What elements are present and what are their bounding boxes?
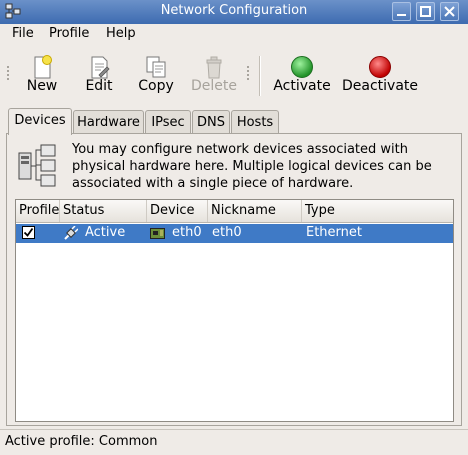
maximize-icon xyxy=(420,6,431,17)
tab-ipsec-label: IPsec xyxy=(151,115,185,130)
copy-label: Copy xyxy=(138,78,174,94)
edit-label: Edit xyxy=(85,78,113,94)
activate-button[interactable]: Activate xyxy=(270,54,334,98)
toolbar-grip[interactable] xyxy=(7,66,11,80)
network-card-icon xyxy=(150,228,165,239)
col-status[interactable]: Status xyxy=(60,200,147,222)
new-document-icon xyxy=(34,55,52,79)
network-devices-icon xyxy=(18,144,56,187)
table-row[interactable]: Active eth0 eth0 Ethernet xyxy=(16,224,453,243)
toolbar-grip-2[interactable] xyxy=(247,66,251,80)
menu-file[interactable]: File xyxy=(12,26,34,41)
deactivate-label: Deactivate xyxy=(341,78,418,94)
deactivate-button[interactable]: Deactivate xyxy=(341,54,419,98)
menu-help[interactable]: Help xyxy=(106,26,136,41)
delete-label: Delete xyxy=(191,78,237,94)
green-circle-icon xyxy=(291,56,313,78)
edit-button[interactable]: Edit xyxy=(69,54,129,98)
close-icon xyxy=(444,6,455,17)
type-cell: Ethernet xyxy=(306,225,362,240)
col-type[interactable]: Type xyxy=(302,200,453,222)
tab-hardware[interactable]: Hardware xyxy=(73,110,144,134)
tab-ipsec[interactable]: IPsec xyxy=(145,110,191,134)
delete-button[interactable]: Delete xyxy=(184,54,244,98)
device-list[interactable]: Profile Status Device Nickname Type Acti… xyxy=(15,199,454,422)
title-bar[interactable]: Network Configuration xyxy=(0,0,468,24)
col-device[interactable]: Device xyxy=(147,200,208,222)
maximize-button[interactable] xyxy=(416,2,435,21)
close-button[interactable] xyxy=(440,2,459,21)
plug-icon xyxy=(64,226,78,240)
new-button[interactable]: New xyxy=(12,54,72,98)
list-header: Profile Status Device Nickname Type xyxy=(16,200,453,223)
copy-icon xyxy=(146,56,166,78)
status-bar: Active profile: Common xyxy=(0,429,468,455)
menu-bar: File Profile Help xyxy=(0,24,468,46)
col-profile[interactable]: Profile xyxy=(16,200,60,222)
activate-label: Activate xyxy=(273,78,331,94)
status-cell: Active xyxy=(85,225,126,240)
minimize-button[interactable] xyxy=(392,2,411,21)
tab-hosts-label: Hosts xyxy=(236,115,274,130)
checkmark-icon xyxy=(23,227,34,237)
edit-icon xyxy=(91,56,110,79)
nickname-cell: eth0 xyxy=(212,225,242,240)
copy-button[interactable]: Copy xyxy=(126,54,186,98)
info-text: You may configure network devices associ… xyxy=(72,142,432,191)
tab-hosts[interactable]: Hosts xyxy=(231,110,279,134)
profile-checkbox[interactable] xyxy=(22,226,35,239)
trash-icon xyxy=(206,56,222,79)
status-text: Active profile: Common xyxy=(5,434,158,449)
tab-hardware-label: Hardware xyxy=(77,115,140,130)
tab-devices-label: Devices xyxy=(14,113,66,128)
network-configuration-window: Network Configuration File Profile Help … xyxy=(0,0,468,454)
red-circle-icon xyxy=(369,56,391,78)
device-cell: eth0 xyxy=(172,225,202,240)
minimize-icon xyxy=(397,14,406,16)
menu-profile[interactable]: Profile xyxy=(49,26,89,41)
tab-devices[interactable]: Devices xyxy=(8,108,72,135)
tab-dns-label: DNS xyxy=(197,115,225,130)
tab-dns[interactable]: DNS xyxy=(192,110,230,134)
toolbar-separator xyxy=(259,56,261,96)
new-label: New xyxy=(26,78,58,94)
col-nickname[interactable]: Nickname xyxy=(208,200,302,222)
